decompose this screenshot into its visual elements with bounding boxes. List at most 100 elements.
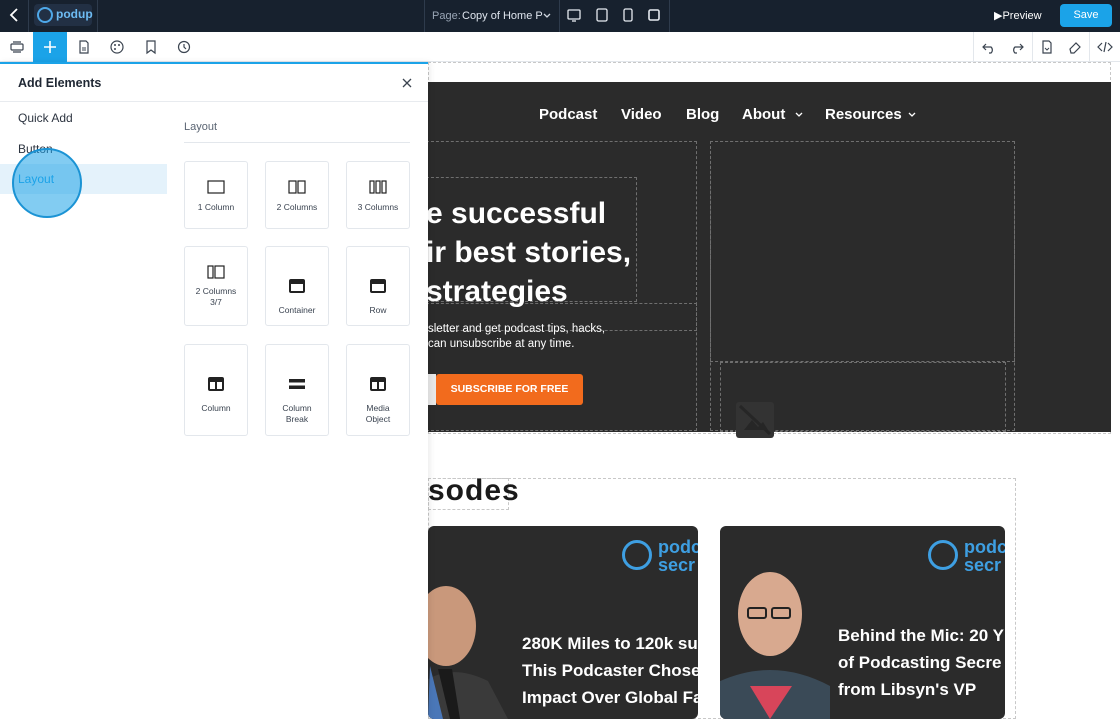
three-columns-icon [369,180,387,194]
preview-label: Preview [1002,10,1042,22]
tile-1-column[interactable]: 1 Column [184,161,248,229]
media-object-icon [370,377,386,391]
nav-link-video[interactable]: Video [621,106,662,123]
tile-label: Container [278,305,316,315]
image-row-outline [710,141,1015,362]
card-logo-text: secr [964,555,1002,575]
page-canvas[interactable]: Podcast Video Blog About Resources e suc… [428,62,1120,719]
page-selector[interactable]: Copy of Home P [462,10,543,22]
divider [559,0,560,32]
container-icon [289,279,305,293]
nav-link-podcast[interactable]: Podcast [539,106,597,123]
divider [97,0,98,32]
bookmark-icon[interactable] [134,32,168,62]
divider [669,0,670,32]
palette-icon[interactable] [100,32,134,62]
panel-header: Add Elements [0,64,428,102]
fullscreen-view-icon[interactable] [646,7,662,23]
preview-button[interactable]: ▶Preview [994,9,1042,22]
tablet-view-icon[interactable] [594,7,610,23]
eraser-icon[interactable] [1058,32,1092,62]
chevron-down-icon [908,112,916,117]
hero-headline-line: strategies [428,275,568,308]
hero-subtext-line: can unsubscribe at any time. [428,338,575,350]
logo-mark-icon [622,540,652,570]
episode-card[interactable]: podc secr 280K Miles to 120k subs This P… [428,526,698,719]
app-logo[interactable]: podup [34,4,93,26]
episode-title-line: from Libsyn's VP [838,680,977,699]
episode-title: Behind the Mic: 20 Y of Podcasting Secre… [838,622,1004,703]
episode-title-line: 280K Miles to 120k subs [522,634,698,653]
layers-icon[interactable] [0,32,34,62]
tile-label: Column Break [282,403,312,424]
tile-column-break[interactable]: Column Break [265,344,329,436]
episode-title-line: This Podcaster Chose L [522,661,698,680]
chevron-down-icon [795,112,803,117]
episode-title-line: of Podcasting Secre [838,653,1002,672]
column-icon [208,377,224,391]
card-logo-text: podc [658,537,698,557]
card-logo-text: secr [658,555,696,575]
host-portrait-image [428,586,508,719]
row-icon [370,279,386,293]
tile-label: Media Object [365,403,391,424]
mobile-view-icon[interactable] [620,7,636,23]
hero-headline-line: e successful [428,197,607,230]
episode-title-line: Impact Over Global Fa [522,688,698,707]
logo-mark-icon [37,7,53,23]
one-column-icon [207,180,225,194]
tile-row[interactable]: Row [346,246,410,326]
tile-label: Row [369,305,387,315]
hero-section[interactable]: Podcast Video Blog About Resources e suc… [428,82,1111,438]
column-break-icon [289,379,305,389]
divider [184,142,410,143]
tile-label: Column [201,403,231,413]
category-quick-add[interactable]: Quick Add [0,103,167,133]
tile-label: 2 Columns 3/7 [195,286,237,307]
tile-2-columns-3-7[interactable]: 2 Columns 3/7 [184,246,248,326]
hero-subtext: sletter and get podcast tips, hacks, can… [428,322,688,352]
tile-3-columns[interactable]: 3 Columns [346,161,410,229]
two-columns-3-7-icon [207,265,225,279]
image-placeholder-icon [734,400,776,440]
add-elements-panel: Add Elements Quick Add Button Layout Lay… [0,62,428,719]
episodes-heading: sodes [428,474,520,507]
tile-column[interactable]: Column [184,344,248,436]
page-label: Page: [432,10,461,22]
add-icon[interactable] [33,32,67,62]
tile-media-object[interactable]: Media Object [346,344,410,436]
tile-label: 1 Column [197,202,235,212]
hero-subtext-line: sletter and get podcast tips, hacks, [428,323,606,335]
divider [28,0,29,32]
desktop-view-icon[interactable] [566,7,582,23]
close-icon[interactable] [400,76,414,90]
tile-container[interactable]: Container [265,246,329,326]
card-logo-text: podc [964,537,1005,557]
nav-link-resources[interactable]: Resources [825,106,902,123]
nav-link-about[interactable]: About [742,106,785,123]
editor-toolbar [0,32,1120,62]
history-icon[interactable] [167,32,201,62]
panel-title: Add Elements [18,76,102,90]
tile-2-columns[interactable]: 2 Columns [265,161,329,229]
click-indicator [12,148,82,218]
save-button[interactable]: Save [1060,4,1112,27]
hero-headline-line: ir best stories, [428,236,632,269]
email-input[interactable] [428,374,436,405]
hero-headline: e successful ir best stories, strategies [428,194,641,311]
back-icon[interactable] [4,4,26,26]
episode-card[interactable]: podc secr Behind the Mic: 20 Y of Podcas… [720,526,1005,719]
nav-link-blog[interactable]: Blog [686,106,719,123]
pages-icon[interactable] [67,32,101,62]
subscribe-button[interactable]: SUBSCRIBE FOR FREE [436,374,583,405]
section-label: Layout [184,121,218,133]
two-columns-icon [288,180,306,194]
code-icon[interactable] [1088,32,1120,62]
chevron-down-icon[interactable] [541,8,553,22]
episode-title-line: Behind the Mic: 20 Y [838,626,1004,645]
redo-icon[interactable] [1000,32,1034,62]
logo-text: podup [56,7,93,21]
host-portrait-image [720,572,830,719]
tile-label: 2 Columns [276,202,318,212]
logo-mark-icon [928,540,958,570]
